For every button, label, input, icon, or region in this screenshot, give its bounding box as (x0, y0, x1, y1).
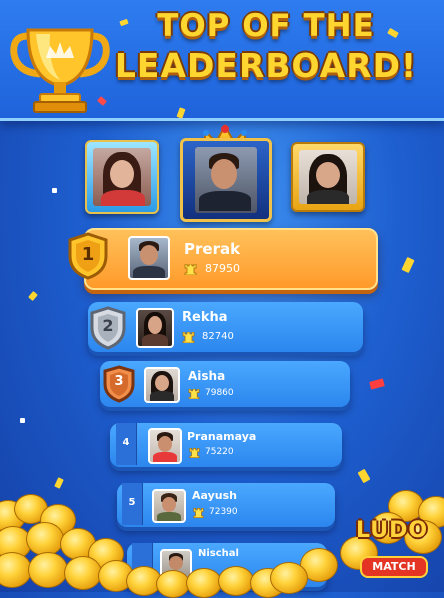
confetti-piece (28, 291, 38, 301)
confetti-piece (369, 378, 385, 390)
player-score-2: 82740 (202, 331, 234, 342)
castle-rook-icon (189, 448, 200, 458)
ludo-match-logo: LUDO MATCH (346, 514, 438, 584)
avatar-row-5 (152, 489, 186, 523)
rank-number-1: 1 (81, 244, 95, 265)
rank-number-2: 2 (102, 316, 114, 335)
avatar-row-1 (128, 236, 170, 280)
confetti-piece (52, 188, 57, 193)
avatar-row-4 (148, 428, 182, 464)
player-score-3: 79860 (205, 388, 234, 398)
title-line-2: LEADERBOARD! (114, 46, 418, 85)
player-name-5: Aayush (192, 489, 237, 502)
header-banner: TOP OF THE LEADERBOARD! (0, 0, 444, 121)
player-score-1: 87950 (205, 262, 240, 275)
confetti-piece (54, 477, 64, 489)
confetti-piece (401, 256, 415, 274)
player-name-6: Nischal (198, 548, 239, 559)
rank-ribbon-5: 5 (122, 483, 143, 525)
podium-center[interactable] (180, 124, 272, 222)
rank-number-3: 3 (114, 374, 124, 389)
player-score-4: 75220 (205, 447, 234, 457)
trophy-icon (10, 28, 110, 113)
castle-rook-icon (188, 389, 200, 399)
player-name-1: Prerak (184, 240, 241, 258)
castle-rook-icon (182, 332, 195, 343)
player-name-2: Rekha (182, 310, 228, 325)
avatar-row-3 (144, 367, 180, 403)
player-name-4: Pranamaya (187, 430, 257, 443)
podium-right-avatar (299, 150, 357, 204)
avatar-row-2 (136, 308, 174, 348)
podium-center-frame (180, 138, 272, 222)
podium-left-frame[interactable] (85, 140, 159, 214)
podium-center-avatar (195, 147, 257, 213)
confetti-piece (20, 418, 25, 423)
castle-rook-icon (184, 264, 197, 275)
player-score-5: 72390 (209, 507, 238, 517)
podium-right-frame[interactable] (291, 142, 365, 212)
leaderboard-row-3[interactable] (100, 361, 350, 407)
confetti-piece (357, 468, 371, 484)
player-name-3: Aisha (188, 369, 226, 383)
logo-line-2: MATCH (360, 556, 428, 578)
title-line-1: TOP OF THE (157, 8, 375, 44)
castle-rook-icon (193, 508, 204, 518)
podium-left-avatar (93, 148, 151, 206)
rank-ribbon-4: 4 (116, 423, 137, 465)
logo-line-1: LUDO (355, 518, 429, 543)
page-title: TOP OF THE LEADERBOARD! (98, 6, 434, 86)
